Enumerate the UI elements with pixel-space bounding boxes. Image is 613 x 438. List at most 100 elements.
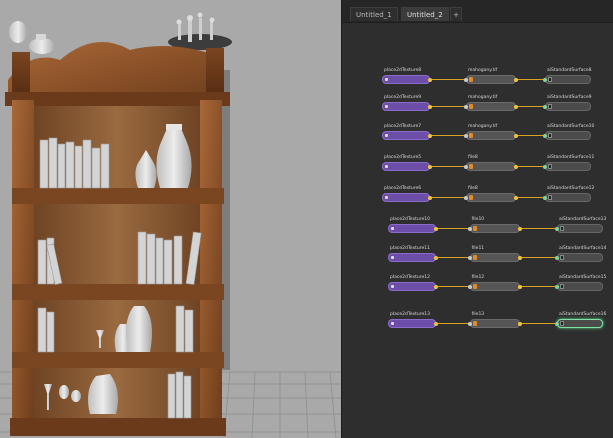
- ai-standard-surface-node[interactable]: [545, 162, 591, 171]
- ai-standard-surface-node[interactable]: [545, 131, 591, 140]
- ai-standard-surface-node-title: aiStandardSurface10: [547, 124, 595, 129]
- place2d-texture-node-title: place2dTexture5: [384, 155, 422, 160]
- shader-input-port[interactable]: [555, 284, 559, 289]
- file-texture-node-title: mahogany.tif: [468, 95, 498, 100]
- ai-standard-surface-node-title: aiStandardSurface15: [559, 275, 607, 280]
- place2d-texture-node[interactable]: [382, 162, 430, 171]
- shader-input-port[interactable]: [543, 195, 547, 200]
- ai-standard-surface-node-title: aiStandardSurface14: [559, 246, 607, 251]
- file-texture-node[interactable]: [466, 102, 516, 111]
- place-output-port[interactable]: [434, 321, 438, 326]
- ai-standard-surface-node[interactable]: [557, 253, 603, 262]
- 3d-viewport[interactable]: [0, 0, 341, 438]
- file-texture-node-title: file8: [468, 186, 478, 191]
- file-input-port[interactable]: [464, 104, 468, 109]
- ai-standard-surface-node-title: aiStandardSurface8: [547, 68, 592, 73]
- ai-standard-surface-node[interactable]: [557, 224, 603, 233]
- place2d-texture-node[interactable]: [382, 193, 430, 202]
- ai-standard-surface-node[interactable]: [545, 102, 591, 111]
- file-output-port[interactable]: [514, 164, 518, 169]
- bookshelf-render: [0, 12, 341, 438]
- file-texture-node[interactable]: [469, 224, 520, 233]
- place2d-texture-node-title: place2dTexture12: [390, 275, 431, 280]
- file-texture-node[interactable]: [466, 162, 516, 171]
- top-vase-left: [9, 21, 55, 54]
- file-output-port[interactable]: [517, 284, 522, 289]
- ai-standard-surface-node-title: aiStandardSurface16: [559, 312, 607, 317]
- node-graph-canvas[interactable]: place2dTexture8 mahogany.tif aiStandardSur…: [342, 23, 613, 438]
- ai-standard-surface-node-title: aiStandardSurface9: [547, 95, 592, 100]
- place-output-port[interactable]: [428, 77, 432, 82]
- add-tab-button[interactable]: +: [450, 7, 462, 21]
- file-input-port[interactable]: [464, 195, 468, 200]
- file-texture-node[interactable]: [466, 131, 516, 140]
- ai-standard-surface-node-title: aiStandardSurface12: [547, 186, 595, 191]
- place-output-port[interactable]: [428, 164, 432, 169]
- place2d-texture-node-title: place2dTexture11: [390, 246, 431, 251]
- file-input-port[interactable]: [467, 284, 472, 289]
- file-output-port[interactable]: [514, 104, 518, 109]
- shader-input-port[interactable]: [555, 321, 559, 326]
- place-output-port[interactable]: [428, 195, 432, 200]
- place2d-texture-node[interactable]: [388, 253, 436, 262]
- ai-standard-surface-node-title: aiStandardSurface13: [559, 217, 607, 222]
- file-texture-node-title: file12: [471, 275, 485, 280]
- file-texture-node[interactable]: [466, 193, 516, 202]
- place2d-texture-node[interactable]: [382, 102, 430, 111]
- place2d-texture-node[interactable]: [382, 75, 430, 84]
- file-output-port[interactable]: [517, 321, 522, 326]
- place2d-texture-node-title: place2dTexture13: [390, 312, 431, 317]
- shader-input-port[interactable]: [555, 255, 559, 260]
- ai-standard-surface-node[interactable]: [545, 75, 591, 84]
- file-texture-node-title: mahogany.tif: [468, 124, 498, 129]
- file-output-port[interactable]: [517, 255, 522, 260]
- place2d-texture-node-title: place2dTexture6: [384, 186, 422, 191]
- file-input-port[interactable]: [464, 77, 468, 82]
- place-output-port[interactable]: [434, 226, 438, 231]
- place2d-texture-node[interactable]: [388, 224, 436, 233]
- place2d-texture-node[interactable]: [382, 131, 430, 140]
- file-output-port[interactable]: [514, 195, 518, 200]
- top-candelabra: [168, 12, 232, 50]
- shader-input-port[interactable]: [543, 164, 547, 169]
- file-input-port[interactable]: [467, 321, 472, 326]
- shader-input-port[interactable]: [543, 133, 547, 138]
- books-shelf-4: [167, 371, 192, 419]
- file-texture-node[interactable]: [469, 319, 520, 328]
- place-output-port[interactable]: [428, 133, 432, 138]
- file-texture-node-title: mahogany.tif: [468, 68, 498, 73]
- shader-input-port[interactable]: [543, 77, 547, 82]
- shader-input-port[interactable]: [543, 104, 547, 109]
- file-texture-node[interactable]: [466, 75, 516, 84]
- node-editor-panel[interactable]: Untitled_1 Untitled_2 + place2dTexture8 m…: [341, 0, 613, 438]
- place2d-texture-node-title: place2dTexture7: [384, 124, 422, 129]
- file-input-port[interactable]: [464, 164, 468, 169]
- shader-input-port[interactable]: [555, 226, 559, 231]
- place2d-texture-node[interactable]: [388, 282, 436, 291]
- place2d-texture-node-title: place2dTexture9: [384, 95, 422, 100]
- ai-standard-surface-node[interactable]: [545, 193, 591, 202]
- place2d-texture-node-title: place2dTexture8: [384, 68, 422, 73]
- place-output-port[interactable]: [434, 255, 438, 260]
- file-output-port[interactable]: [514, 77, 518, 82]
- tab-bar: Untitled_1 Untitled_2 +: [342, 0, 613, 23]
- place2d-texture-node[interactable]: [388, 319, 436, 328]
- place-output-port[interactable]: [434, 284, 438, 289]
- file-input-port[interactable]: [467, 255, 472, 260]
- file-input-port[interactable]: [467, 226, 472, 231]
- tab-untitled-2[interactable]: Untitled_2: [401, 7, 449, 21]
- ai-standard-surface-node-title: aiStandardSurface11: [547, 155, 595, 160]
- file-output-port[interactable]: [514, 133, 518, 138]
- file-texture-node-title: file10: [471, 217, 485, 222]
- ai-standard-surface-node[interactable]: [557, 282, 603, 291]
- file-input-port[interactable]: [464, 133, 468, 138]
- file-texture-node[interactable]: [469, 282, 520, 291]
- file-texture-node-title: file13: [471, 312, 485, 317]
- tab-untitled-1[interactable]: Untitled_1: [350, 7, 398, 21]
- file-texture-node-title: file11: [471, 246, 485, 251]
- file-texture-node[interactable]: [469, 253, 520, 262]
- file-output-port[interactable]: [517, 226, 522, 231]
- ai-standard-surface-node[interactable]: [557, 319, 603, 328]
- file-texture-node-title: file8: [468, 155, 478, 160]
- place-output-port[interactable]: [428, 104, 432, 109]
